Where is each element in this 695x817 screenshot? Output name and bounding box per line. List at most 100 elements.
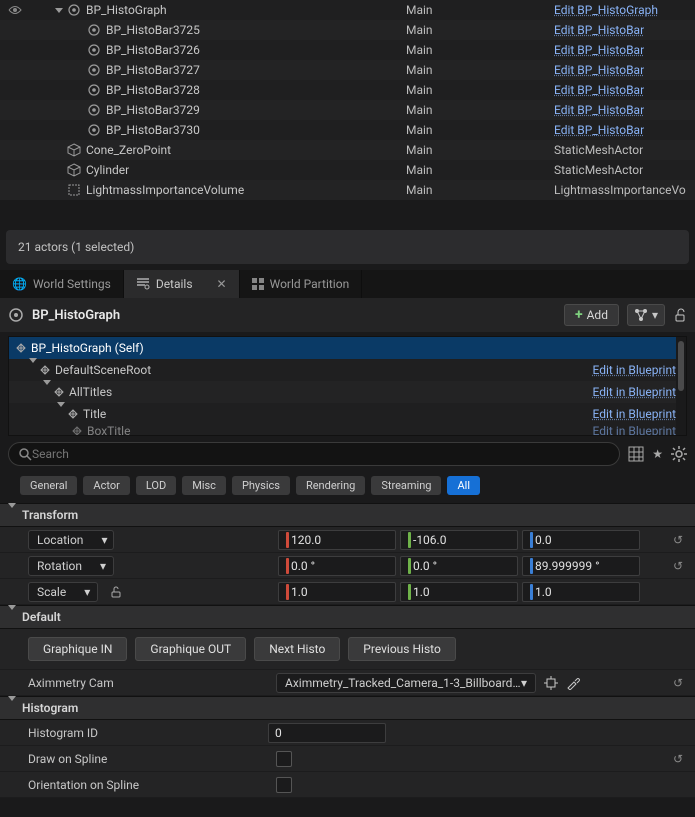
scale-y[interactable]: 1.0 <box>400 582 518 602</box>
type-column[interactable]: Edit BP_HistoBar <box>554 43 644 57</box>
outliner-row[interactable]: BP_HistoBar3730MainEdit BP_HistoBar <box>0 120 695 140</box>
component-row[interactable]: TitleEdit in Blueprint <box>9 403 686 425</box>
tab-world-settings[interactable]: 🌐 World Settings <box>0 270 124 298</box>
chevron-down-icon[interactable] <box>57 407 65 421</box>
component-icon <box>53 386 65 398</box>
actor-label: Cylinder <box>86 163 129 177</box>
scale-dropdown[interactable]: Scale ▾ <box>28 582 98 602</box>
lock-icon[interactable] <box>673 308 687 322</box>
rotation-dropdown[interactable]: Rotation ▾ <box>28 556 114 576</box>
close-icon[interactable]: ✕ <box>217 277 227 291</box>
filter-chip-misc[interactable]: Misc <box>182 476 226 495</box>
prop-rotation: Rotation ▾ 0.0 ° 0.0 ° 89.999999 ° ↺ <box>0 553 695 579</box>
filter-chip-streaming[interactable]: Streaming <box>371 476 441 495</box>
tab-label: World Settings <box>33 277 111 291</box>
chevron-down-icon[interactable] <box>52 8 66 13</box>
component-label: DefaultSceneRoot <box>55 363 151 377</box>
aximmetry-label: Aximmetry Cam <box>28 676 114 690</box>
rotation-y[interactable]: 0.0 ° <box>400 556 518 576</box>
blueprint-dropdown-button[interactable]: ▾ <box>627 304 665 326</box>
scale-x[interactable]: 1.0 <box>278 582 396 602</box>
favorite-icon[interactable]: ★ <box>652 447 663 461</box>
chevron-down-icon[interactable] <box>29 363 37 377</box>
outliner-row[interactable]: Cylinder Main StaticMeshActor <box>0 160 695 180</box>
aximmetry-combo[interactable]: Aximmetry_Tracked_Camera_1-3_Billboards_… <box>276 673 536 693</box>
add-label: Add <box>587 308 608 322</box>
lock-icon[interactable] <box>110 586 122 598</box>
edit-in-blueprint-link[interactable]: Edit in Blueprint <box>593 385 676 399</box>
orientation-label: Orientation on Spline <box>28 778 139 792</box>
outliner-row[interactable]: Cone_ZeroPointMainStaticMeshActor <box>0 140 695 160</box>
type-column[interactable]: Edit BP_HistoBar <box>554 23 644 37</box>
scrollbar[interactable] <box>676 337 686 435</box>
filter-chip-physics[interactable]: Physics <box>232 476 290 495</box>
draw-on-spline-checkbox[interactable] <box>276 751 292 767</box>
outliner-row[interactable]: BP_HistoBar3729MainEdit BP_HistoBar <box>0 100 695 120</box>
filter-chip-lod[interactable]: LOD <box>136 476 176 495</box>
orientation-checkbox[interactable] <box>276 777 292 793</box>
outliner-row[interactable]: LightmassImportanceVolumeMainLightmassIm… <box>0 180 695 200</box>
actor-type-icon <box>66 3 82 17</box>
reset-icon[interactable]: ↺ <box>673 676 683 690</box>
default-button-graphique-in[interactable]: Graphique IN <box>28 637 127 661</box>
section-title: Histogram <box>22 701 78 715</box>
filter-chip-general[interactable]: General <box>20 476 77 495</box>
rotation-z[interactable]: 89.999999 ° <box>522 556 640 576</box>
outliner-row[interactable]: BP_HistoBar3727MainEdit BP_HistoBar <box>0 60 695 80</box>
default-button-graphique-out[interactable]: Graphique OUT <box>135 637 246 661</box>
reset-icon[interactable]: ↺ <box>673 559 683 573</box>
section-title: Transform <box>22 508 78 522</box>
tab-details[interactable]: Details ✕ <box>124 270 240 298</box>
outliner-row[interactable]: BP_HistoGraphMainEdit BP_HistoGraph <box>0 0 695 20</box>
outliner-row[interactable]: BP_HistoBar3725MainEdit BP_HistoBar <box>0 20 695 40</box>
component-row[interactable]: AllTitlesEdit in Blueprint <box>9 381 686 403</box>
eyedropper-icon[interactable] <box>566 676 580 690</box>
scale-z[interactable]: 1.0 <box>522 582 640 602</box>
filter-chip-rendering[interactable]: Rendering <box>296 476 365 495</box>
type-column[interactable]: Edit BP_HistoBar <box>554 63 644 77</box>
search-box[interactable] <box>8 442 620 466</box>
location-z[interactable]: 0.0 <box>522 530 640 550</box>
filter-chip-actor[interactable]: Actor <box>83 476 129 495</box>
section-histogram[interactable]: Histogram <box>0 696 695 720</box>
search-input[interactable] <box>32 447 609 461</box>
section-default[interactable]: Default <box>0 605 695 629</box>
histogram-id-field[interactable]: 0 <box>268 723 386 743</box>
section-transform[interactable]: Transform <box>0 503 695 527</box>
rotation-x[interactable]: 0.0 ° <box>278 556 396 576</box>
reset-icon[interactable]: ↺ <box>673 752 683 766</box>
reset-icon[interactable]: ↺ <box>673 533 683 547</box>
type-column[interactable]: Edit BP_HistoGraph <box>554 3 658 17</box>
type-column[interactable]: Edit BP_HistoBar <box>554 103 644 117</box>
component-row[interactable]: BP_HistoGraph (Self) <box>9 337 686 359</box>
location-x[interactable]: 120.0 <box>278 530 396 550</box>
actor-type-icon <box>86 103 102 117</box>
type-column[interactable]: Edit BP_HistoBar <box>554 123 644 137</box>
gear-icon[interactable] <box>671 446 687 462</box>
component-row[interactable]: DefaultSceneRoot Edit in Blueprint <box>9 359 686 381</box>
pick-icon[interactable] <box>544 676 558 690</box>
add-component-button[interactable]: + Add <box>564 304 619 326</box>
actor-label: BP_HistoGraph <box>86 3 167 17</box>
filter-chip-all[interactable]: All <box>447 476 480 495</box>
component-icon <box>39 364 51 376</box>
location-y[interactable]: -106.0 <box>400 530 518 550</box>
type-column[interactable]: Edit BP_HistoBar <box>554 83 644 97</box>
visibility-icon[interactable] <box>4 5 26 15</box>
edit-in-blueprint-link[interactable]: Edit in Blueprint <box>593 425 676 436</box>
component-row[interactable]: BoxTitle Edit in Blueprint <box>9 425 686 436</box>
level-column: Main <box>406 163 433 177</box>
matrix-icon[interactable] <box>628 446 644 462</box>
aximmetry-value: Aximmetry_Tracked_Camera_1-3_Billboards_… <box>285 676 521 690</box>
outliner-row[interactable]: BP_HistoBar3726MainEdit BP_HistoBar <box>0 40 695 60</box>
chevron-down-icon[interactable] <box>43 385 51 399</box>
component-label: BoxTitle <box>87 425 130 436</box>
edit-in-blueprint-link[interactable]: Edit in Blueprint <box>593 407 676 421</box>
edit-in-blueprint-link[interactable]: Edit in Blueprint <box>593 363 676 377</box>
outliner-row[interactable]: BP_HistoBar3728MainEdit BP_HistoBar <box>0 80 695 100</box>
tab-world-partition[interactable]: World Partition <box>240 270 363 298</box>
location-dropdown[interactable]: Location ▾ <box>28 530 114 550</box>
default-button-next-histo[interactable]: Next Histo <box>254 637 340 661</box>
default-button-previous-histo[interactable]: Previous Histo <box>348 637 456 661</box>
type-column: StaticMeshActor <box>554 163 643 177</box>
